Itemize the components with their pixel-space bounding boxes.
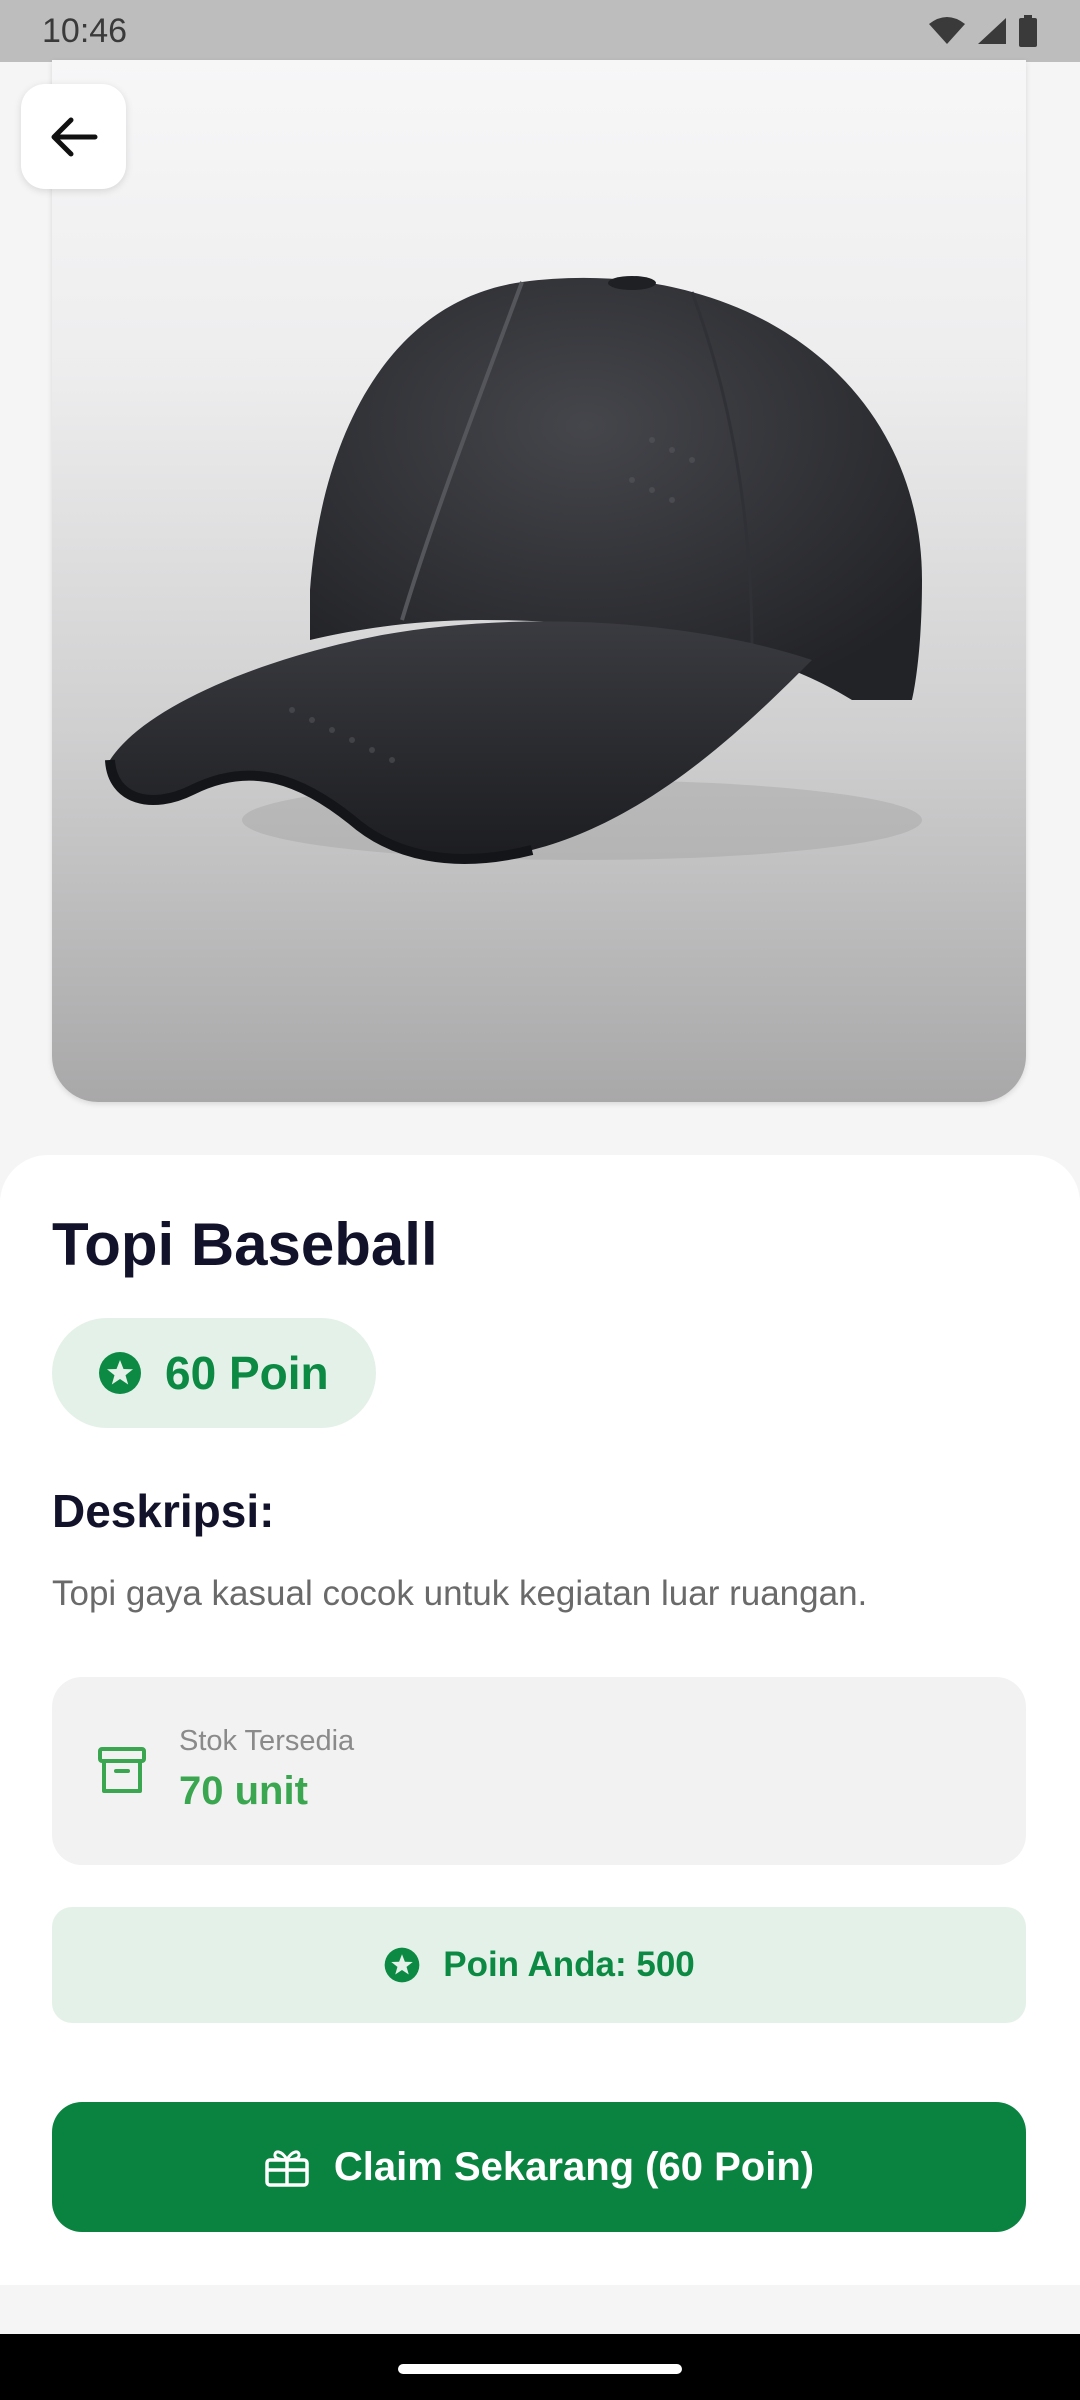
status-time: 10:46	[42, 11, 128, 50]
product-image	[52, 60, 1026, 1102]
home-gesture-handle[interactable]	[398, 2364, 682, 2374]
stock-label: Stok Tersedia	[179, 1725, 355, 1757]
system-nav-bar	[0, 2334, 1080, 2400]
claim-button-label: Claim Sekarang (60 Poin)	[333, 2144, 815, 2189]
signal-icon	[978, 18, 1006, 44]
description-heading: Deskripsi:	[52, 1485, 275, 1537]
description-text: Topi gaya kasual cocok untuk kegiatan lu…	[52, 1574, 868, 1613]
wifi-icon	[929, 17, 965, 44]
baseball-cap-image	[105, 276, 922, 864]
star-circle-icon	[384, 1947, 420, 1983]
archive-box-icon	[98, 1747, 146, 1793]
battery-icon	[1019, 15, 1037, 47]
arrow-back-icon	[51, 117, 97, 156]
points-chip: 60 Poin	[52, 1318, 376, 1428]
star-circle-icon	[99, 1352, 141, 1394]
user-points-text: Poin Anda: 500	[443, 1945, 695, 1984]
stock-card: Stok Tersedia 70 unit	[52, 1677, 1026, 1865]
back-button[interactable]	[21, 84, 126, 189]
claim-button[interactable]: Claim Sekarang (60 Poin)	[52, 2102, 1026, 2232]
stock-value: 70 unit	[179, 1769, 308, 1813]
status-bar: 10:46	[0, 0, 1080, 62]
gift-icon	[265, 2150, 309, 2187]
status-icons	[928, 15, 1038, 47]
points-label: 60 Poin	[165, 1347, 329, 1399]
product-title: Topi Baseball	[52, 1211, 438, 1278]
user-points-banner: Poin Anda: 500	[52, 1907, 1026, 2023]
